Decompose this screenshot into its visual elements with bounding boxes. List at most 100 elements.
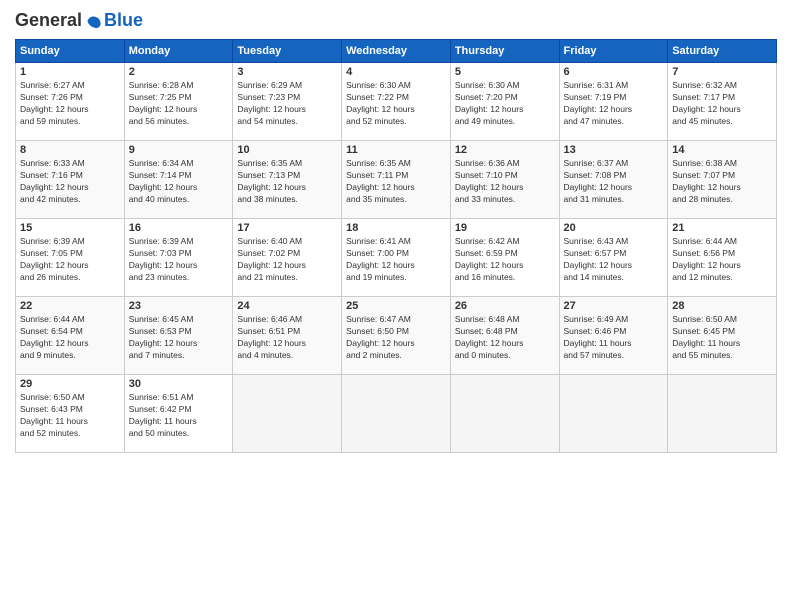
col-wednesday: Wednesday bbox=[342, 40, 451, 63]
day-info: Sunrise: 6:28 AM Sunset: 7:25 PM Dayligh… bbox=[129, 80, 229, 128]
day-number: 3 bbox=[237, 66, 337, 78]
day-info: Sunrise: 6:33 AM Sunset: 7:16 PM Dayligh… bbox=[20, 158, 120, 206]
table-row: 1 Sunrise: 6:27 AM Sunset: 7:26 PM Daylig… bbox=[16, 63, 125, 141]
calendar-table: Sunday Monday Tuesday Wednesday Thursday… bbox=[15, 39, 777, 453]
day-info: Sunrise: 6:37 AM Sunset: 7:08 PM Dayligh… bbox=[564, 158, 664, 206]
day-number: 17 bbox=[237, 222, 337, 234]
logo-text: General Blue bbox=[15, 10, 143, 31]
table-row: 29 Sunrise: 6:50 AM Sunset: 6:43 PM Dayli… bbox=[16, 375, 125, 453]
day-info: Sunrise: 6:51 AM Sunset: 6:42 PM Dayligh… bbox=[129, 392, 229, 440]
logo-blue: Blue bbox=[104, 10, 143, 31]
table-row: 24 Sunrise: 6:46 AM Sunset: 6:51 PM Dayli… bbox=[233, 297, 342, 375]
table-row: 7 Sunrise: 6:32 AM Sunset: 7:17 PM Daylig… bbox=[668, 63, 777, 141]
col-monday: Monday bbox=[124, 40, 233, 63]
day-number: 22 bbox=[20, 300, 120, 312]
day-info: Sunrise: 6:39 AM Sunset: 7:03 PM Dayligh… bbox=[129, 236, 229, 284]
day-info: Sunrise: 6:27 AM Sunset: 7:26 PM Dayligh… bbox=[20, 80, 120, 128]
day-number: 29 bbox=[20, 378, 120, 390]
page-container: General Blue Sunday Monday Tuesday Wedne… bbox=[0, 0, 792, 458]
day-info: Sunrise: 6:30 AM Sunset: 7:22 PM Dayligh… bbox=[346, 80, 446, 128]
table-row: 18Sunrise: 6:41 AM Sunset: 7:00 PM Dayli… bbox=[342, 219, 451, 297]
calendar-week-row: 1 Sunrise: 6:27 AM Sunset: 7:26 PM Daylig… bbox=[16, 63, 777, 141]
day-info: Sunrise: 6:42 AM Sunset: 6:59 PM Dayligh… bbox=[455, 236, 555, 284]
logo-general: General bbox=[15, 10, 82, 31]
table-row: 8 Sunrise: 6:33 AM Sunset: 7:16 PM Daylig… bbox=[16, 141, 125, 219]
day-info: Sunrise: 6:43 AM Sunset: 6:57 PM Dayligh… bbox=[564, 236, 664, 284]
day-number: 11 bbox=[346, 144, 446, 156]
day-number: 19 bbox=[455, 222, 555, 234]
table-row: 19 Sunrise: 6:42 AM Sunset: 6:59 PM Dayli… bbox=[450, 219, 559, 297]
table-row bbox=[450, 375, 559, 453]
calendar-header-row: Sunday Monday Tuesday Wednesday Thursday… bbox=[16, 40, 777, 63]
table-row: 9 Sunrise: 6:34 AM Sunset: 7:14 PM Daylig… bbox=[124, 141, 233, 219]
col-tuesday: Tuesday bbox=[233, 40, 342, 63]
col-thursday: Thursday bbox=[450, 40, 559, 63]
day-info: Sunrise: 6:35 AM Sunset: 7:13 PM Dayligh… bbox=[237, 158, 337, 206]
table-row: 22 Sunrise: 6:44 AM Sunset: 6:54 PM Dayli… bbox=[16, 297, 125, 375]
table-row: 11 Sunrise: 6:35 AM Sunset: 7:11 PM Dayli… bbox=[342, 141, 451, 219]
day-info: Sunrise: 6:35 AM Sunset: 7:11 PM Dayligh… bbox=[346, 158, 446, 206]
day-number: 12 bbox=[455, 144, 555, 156]
col-friday: Friday bbox=[559, 40, 668, 63]
day-info: Sunrise: 6:44 AM Sunset: 6:56 PM Dayligh… bbox=[672, 236, 772, 284]
day-number: 15 bbox=[20, 222, 120, 234]
day-info: Sunrise: 6:47 AM Sunset: 6:50 PM Dayligh… bbox=[346, 314, 446, 362]
table-row bbox=[233, 375, 342, 453]
table-row bbox=[668, 375, 777, 453]
table-row: 30 Sunrise: 6:51 AM Sunset: 6:42 PM Dayli… bbox=[124, 375, 233, 453]
day-number: 20 bbox=[564, 222, 664, 234]
day-info: Sunrise: 6:48 AM Sunset: 6:48 PM Dayligh… bbox=[455, 314, 555, 362]
table-row: 15Sunrise: 6:39 AM Sunset: 7:05 PM Dayli… bbox=[16, 219, 125, 297]
day-number: 4 bbox=[346, 66, 446, 78]
day-number: 13 bbox=[564, 144, 664, 156]
table-row: 5 Sunrise: 6:30 AM Sunset: 7:20 PM Daylig… bbox=[450, 63, 559, 141]
day-info: Sunrise: 6:29 AM Sunset: 7:23 PM Dayligh… bbox=[237, 80, 337, 128]
table-row: 3 Sunrise: 6:29 AM Sunset: 7:23 PM Daylig… bbox=[233, 63, 342, 141]
col-saturday: Saturday bbox=[668, 40, 777, 63]
day-number: 14 bbox=[672, 144, 772, 156]
day-info: Sunrise: 6:49 AM Sunset: 6:46 PM Dayligh… bbox=[564, 314, 664, 362]
table-row bbox=[559, 375, 668, 453]
table-row: 4 Sunrise: 6:30 AM Sunset: 7:22 PM Daylig… bbox=[342, 63, 451, 141]
logo: General Blue bbox=[15, 10, 143, 31]
day-info: Sunrise: 6:50 AM Sunset: 6:43 PM Dayligh… bbox=[20, 392, 120, 440]
table-row: 16 Sunrise: 6:39 AM Sunset: 7:03 PM Dayli… bbox=[124, 219, 233, 297]
table-row: 21 Sunrise: 6:44 AM Sunset: 6:56 PM Dayli… bbox=[668, 219, 777, 297]
day-number: 18 bbox=[346, 222, 446, 234]
col-sunday: Sunday bbox=[16, 40, 125, 63]
day-info: Sunrise: 6:45 AM Sunset: 6:53 PM Dayligh… bbox=[129, 314, 229, 362]
table-row: 25Sunrise: 6:47 AM Sunset: 6:50 PM Dayli… bbox=[342, 297, 451, 375]
day-number: 9 bbox=[129, 144, 229, 156]
calendar-week-row: 15Sunrise: 6:39 AM Sunset: 7:05 PM Dayli… bbox=[16, 219, 777, 297]
table-row: 27Sunrise: 6:49 AM Sunset: 6:46 PM Dayli… bbox=[559, 297, 668, 375]
day-number: 30 bbox=[129, 378, 229, 390]
day-number: 23 bbox=[129, 300, 229, 312]
calendar-week-row: 22 Sunrise: 6:44 AM Sunset: 6:54 PM Dayli… bbox=[16, 297, 777, 375]
day-number: 5 bbox=[455, 66, 555, 78]
table-row: 26Sunrise: 6:48 AM Sunset: 6:48 PM Dayli… bbox=[450, 297, 559, 375]
day-info: Sunrise: 6:46 AM Sunset: 6:51 PM Dayligh… bbox=[237, 314, 337, 362]
day-number: 24 bbox=[237, 300, 337, 312]
day-info: Sunrise: 6:32 AM Sunset: 7:17 PM Dayligh… bbox=[672, 80, 772, 128]
day-info: Sunrise: 6:34 AM Sunset: 7:14 PM Dayligh… bbox=[129, 158, 229, 206]
day-info: Sunrise: 6:40 AM Sunset: 7:02 PM Dayligh… bbox=[237, 236, 337, 284]
day-number: 21 bbox=[672, 222, 772, 234]
table-row: 20 Sunrise: 6:43 AM Sunset: 6:57 PM Dayli… bbox=[559, 219, 668, 297]
calendar-week-row: 29 Sunrise: 6:50 AM Sunset: 6:43 PM Dayli… bbox=[16, 375, 777, 453]
day-number: 10 bbox=[237, 144, 337, 156]
day-number: 7 bbox=[672, 66, 772, 78]
table-row: 2Sunrise: 6:28 AM Sunset: 7:25 PM Daylig… bbox=[124, 63, 233, 141]
day-number: 6 bbox=[564, 66, 664, 78]
day-info: Sunrise: 6:44 AM Sunset: 6:54 PM Dayligh… bbox=[20, 314, 120, 362]
day-number: 8 bbox=[20, 144, 120, 156]
day-info: Sunrise: 6:31 AM Sunset: 7:19 PM Dayligh… bbox=[564, 80, 664, 128]
table-row: 28Sunrise: 6:50 AM Sunset: 6:45 PM Dayli… bbox=[668, 297, 777, 375]
day-number: 1 bbox=[20, 66, 120, 78]
day-info: Sunrise: 6:50 AM Sunset: 6:45 PM Dayligh… bbox=[672, 314, 772, 362]
day-number: 16 bbox=[129, 222, 229, 234]
table-row bbox=[342, 375, 451, 453]
day-info: Sunrise: 6:30 AM Sunset: 7:20 PM Dayligh… bbox=[455, 80, 555, 128]
table-row: 6 Sunrise: 6:31 AM Sunset: 7:19 PM Daylig… bbox=[559, 63, 668, 141]
day-info: Sunrise: 6:36 AM Sunset: 7:10 PM Dayligh… bbox=[455, 158, 555, 206]
table-row: 13 Sunrise: 6:37 AM Sunset: 7:08 PM Dayli… bbox=[559, 141, 668, 219]
